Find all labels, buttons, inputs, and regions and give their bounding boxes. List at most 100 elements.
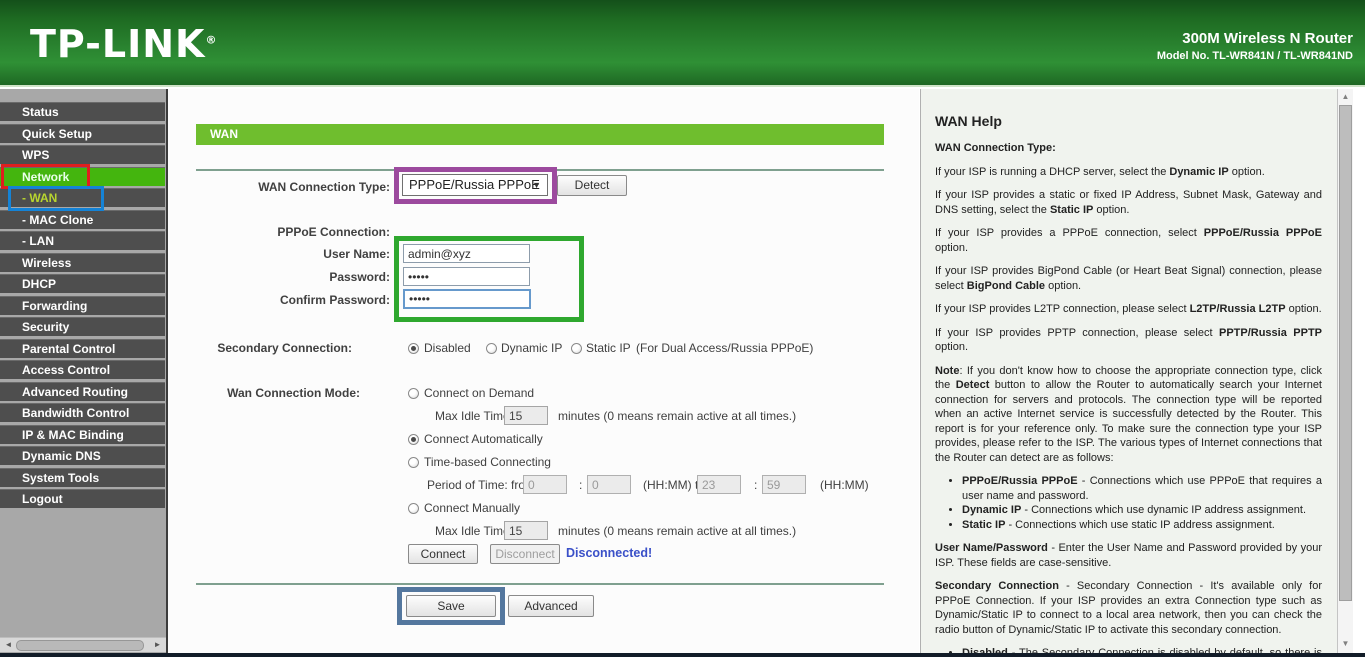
scroll-right-icon[interactable]: ► xyxy=(150,638,165,652)
logo-text: TP-LINK xyxy=(30,22,206,66)
connect-automatically-label: Connect Automatically xyxy=(424,432,543,446)
bottom-border xyxy=(0,653,1365,657)
connect-button[interactable]: Connect xyxy=(408,544,478,564)
help-bold-text: WAN Connection Type: xyxy=(935,142,1056,154)
help-paragraph: Note: If you don't know how to choose th… xyxy=(935,364,1322,466)
radio-secondary-dynamic-ip[interactable] xyxy=(486,343,497,354)
sidebar-menu: Status Quick Setup WPS Network - WAN - MAC Cl… xyxy=(0,102,165,511)
sidebar-item-ip-mac-binding[interactable]: IP & MAC Binding xyxy=(0,424,165,444)
help-paragraph: If your ISP provides BigPond Cable (or H… xyxy=(935,264,1322,293)
sidebar-item-access-control[interactable]: Access Control xyxy=(0,360,165,379)
sidebar-item-lan[interactable]: - LAN xyxy=(0,231,165,250)
vertical-scrollbar[interactable]: ▲ ▼ xyxy=(1337,89,1353,653)
scroll-left-icon[interactable]: ◄ xyxy=(1,638,16,652)
password-label: Password: xyxy=(329,270,390,284)
horizontal-scrollbar-thumb[interactable] xyxy=(16,640,144,651)
help-text: option. xyxy=(1045,279,1082,292)
sidebar-item-security[interactable]: Security xyxy=(0,317,165,336)
sidebar-item-bandwidth-control[interactable]: Bandwidth Control xyxy=(0,403,165,422)
help-title: WAN Help xyxy=(935,113,1002,129)
help-bold-text: Dynamic IP xyxy=(962,504,1022,516)
radio-connect-on-demand[interactable] xyxy=(408,388,419,399)
time-based-connecting-label: Time-based Connecting xyxy=(424,455,551,469)
max-idle-field[interactable] xyxy=(504,406,548,425)
max-idle2-label: Max Idle Time: xyxy=(435,524,514,538)
confirm-password-label: Confirm Password: xyxy=(279,293,390,307)
sidebar-item-mac-clone[interactable]: - MAC Clone xyxy=(0,209,165,229)
header: TP-LINK® 300M Wireless N Router Model No… xyxy=(0,0,1365,87)
page-title: WAN xyxy=(196,124,884,145)
wan-connection-type-value: PPPoE/Russia PPPoE xyxy=(409,177,540,192)
tplink-logo: TP-LINK® xyxy=(30,22,217,66)
sidebar-item-status[interactable]: Status xyxy=(0,102,165,121)
help-text: button to allow the Router to automatica… xyxy=(935,379,1322,464)
help-text: If your ISP provides a PPPoE connection,… xyxy=(935,227,1204,239)
detect-button[interactable]: Detect xyxy=(557,175,627,196)
advanced-button[interactable]: Advanced xyxy=(508,595,594,617)
chevron-down-icon: ▼ xyxy=(532,180,541,190)
period-from-min-field[interactable] xyxy=(587,475,631,494)
help-content: WAN Help WAN Connection Type: If your ISP … xyxy=(935,113,1322,653)
help-list: PPPoE/Russia PPPoE - Connections which u… xyxy=(935,474,1322,532)
help-bold-text: User Name/Password xyxy=(935,542,1048,554)
sidebar-item-logout[interactable]: Logout xyxy=(0,489,165,508)
radio-connect-manually[interactable] xyxy=(408,503,419,514)
vertical-scrollbar-thumb[interactable] xyxy=(1339,105,1352,601)
period-to-min-field[interactable] xyxy=(762,475,806,494)
radio-time-based-connecting[interactable] xyxy=(408,457,419,468)
sidebar-item-network[interactable]: Network xyxy=(0,166,165,186)
sidebar-item-advanced-routing[interactable]: Advanced Routing xyxy=(0,381,165,401)
radio-connect-automatically[interactable] xyxy=(408,434,419,445)
disconnect-button: Disconnect xyxy=(490,544,560,564)
sidebar-item-wan[interactable]: - WAN xyxy=(0,188,165,207)
save-button[interactable]: Save xyxy=(406,595,496,617)
max-idle2-field[interactable] xyxy=(504,521,548,540)
period-to-hour-field[interactable] xyxy=(697,475,741,494)
help-text: option. xyxy=(1285,303,1322,315)
header-product-info: 300M Wireless N Router Model No. TL-WR84… xyxy=(1157,30,1353,62)
sidebar-horizontal-scrollbar[interactable]: ◄ ► xyxy=(0,637,166,652)
sidebar-item-wireless[interactable]: Wireless xyxy=(0,252,165,272)
confirm-password-field[interactable] xyxy=(403,289,531,309)
help-text: option. xyxy=(935,341,969,353)
period-from-hour-field[interactable] xyxy=(523,475,567,494)
help-paragraph: If your ISP is running a DHCP server, se… xyxy=(935,165,1322,180)
help-text: If your ISP is running a DHCP server, se… xyxy=(935,165,1170,178)
help-list-item: PPPoE/Russia PPPoE - Connections which u… xyxy=(962,474,1322,503)
wan-connection-type-label: WAN Connection Type: xyxy=(258,180,390,194)
help-bold-text: Dynamic IP xyxy=(1169,165,1229,178)
help-list: Disabled - The Secondary Connection is d… xyxy=(935,646,1322,653)
registered-mark: ® xyxy=(205,33,218,47)
sidebar-item-forwarding[interactable]: Forwarding xyxy=(0,295,165,315)
pppoe-connection-label: PPPoE Connection: xyxy=(277,225,390,239)
sidebar-item-system-tools[interactable]: System Tools xyxy=(0,467,165,487)
help-bold-text: Detect xyxy=(955,379,990,391)
period-of-time-label: Period of Time: from xyxy=(427,478,536,492)
help-bold-text: PPTP/Russia PPTP xyxy=(1218,326,1322,339)
help-text: If your ISP provides L2TP connection, pl… xyxy=(935,303,1190,315)
help-bold-text: L2TP/Russia L2TP xyxy=(1189,303,1286,315)
help-list-item: Dynamic IP - Connections which use dynam… xyxy=(962,503,1322,518)
sidebar-item-dynamic-dns[interactable]: Dynamic DNS xyxy=(0,446,165,465)
wan-connection-type-select[interactable]: PPPoE/Russia PPPoE ▼ xyxy=(402,174,548,196)
period-colon-2: : xyxy=(754,478,758,492)
scroll-down-icon[interactable]: ▼ xyxy=(1338,636,1353,651)
radio-secondary-static-ip[interactable] xyxy=(571,343,582,354)
help-paragraph: If your ISP provides PPTP connection, pl… xyxy=(935,326,1322,355)
scroll-up-icon[interactable]: ▲ xyxy=(1338,89,1353,104)
user-name-field[interactable] xyxy=(403,244,530,263)
sidebar-item-dhcp[interactable]: DHCP xyxy=(0,274,165,293)
period-mid-label: (HH:MM) to xyxy=(643,478,705,492)
radio-secondary-disabled[interactable] xyxy=(408,343,419,354)
period-colon-1: : xyxy=(579,478,583,492)
user-name-label: User Name: xyxy=(323,247,390,261)
help-list-item: Disabled - The Secondary Connection is d… xyxy=(962,646,1322,653)
main-content: WAN WAN Connection Type: PPPoE/Russia PP… xyxy=(168,89,919,653)
sidebar-item-quick-setup[interactable]: Quick Setup xyxy=(0,123,165,143)
help-bold-text: Static IP xyxy=(962,518,1006,531)
sidebar-item-parental-control[interactable]: Parental Control xyxy=(0,338,165,358)
sidebar-item-wps[interactable]: WPS xyxy=(0,145,165,164)
password-field[interactable] xyxy=(403,267,530,286)
secondary-static-ip-label: Static IP xyxy=(586,341,631,355)
connect-manually-label: Connect Manually xyxy=(424,501,521,515)
